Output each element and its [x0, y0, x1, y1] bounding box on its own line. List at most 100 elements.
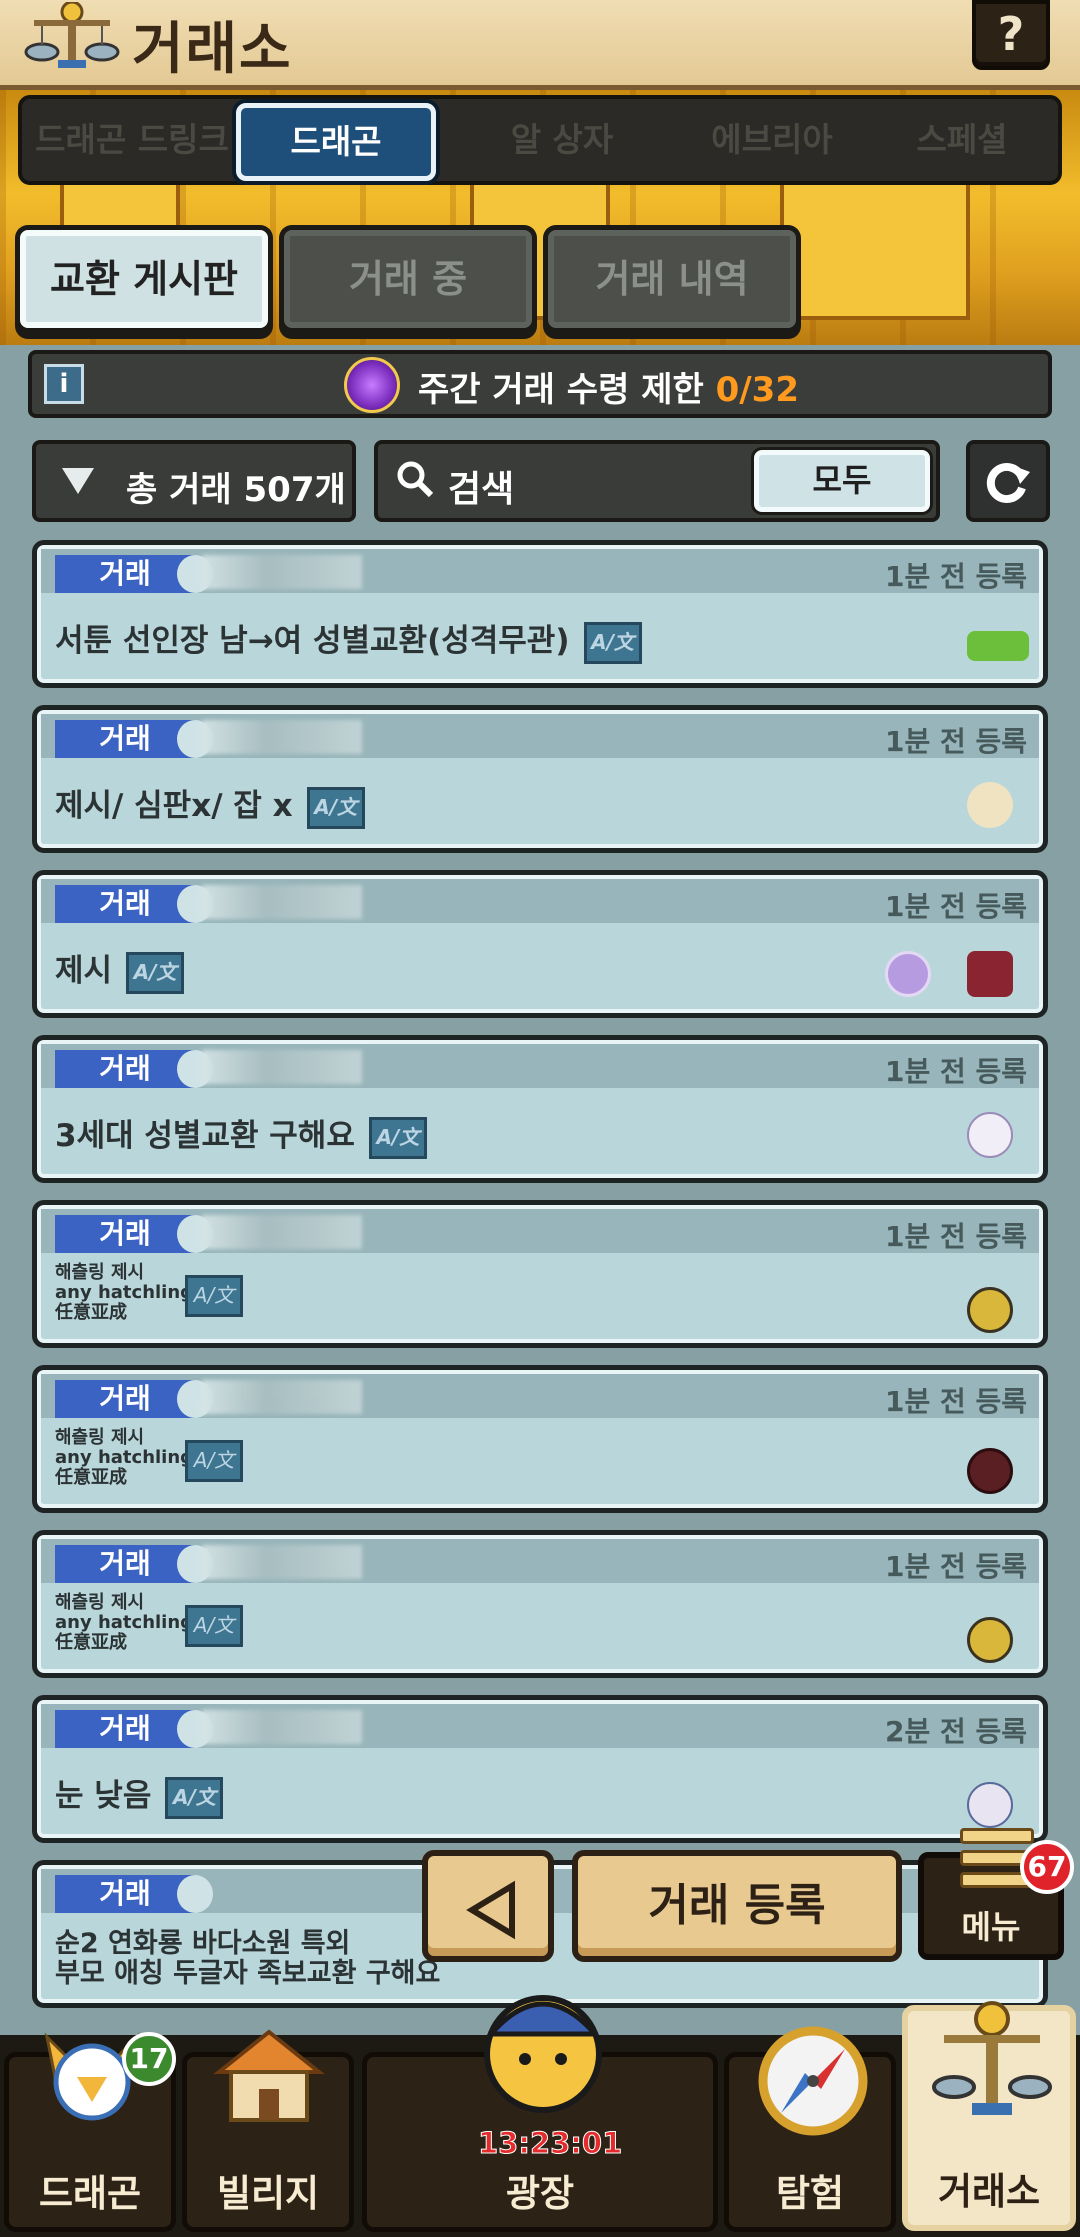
- translate-icon[interactable]: A/文: [165, 1776, 224, 1819]
- trade-badge: 거래: [55, 1545, 213, 1583]
- trade-text: 해츨링 제시 any hatchling 任意亚成: [55, 1592, 194, 1653]
- trade-card[interactable]: 거래 1분 전 등록 해츨링 제시 any hatchling 任意亚成 A/文: [32, 1530, 1048, 1678]
- help-button[interactable]: ?: [972, 0, 1050, 70]
- trade-time: 2분 전 등록: [884, 1715, 1027, 1748]
- nav-label: 탐험: [775, 2172, 845, 2215]
- trade-card[interactable]: 거래 1분 전 등록 3세대 성별교환 구해요 A/文: [32, 1035, 1048, 1183]
- trade-card[interactable]: 거래 1분 전 등록 해츨링 제시 any hatchling 任意亚成 A/文: [32, 1365, 1048, 1513]
- trade-text: 눈 낮음 A/文: [55, 1770, 224, 1819]
- dark-dragon-icon: [967, 951, 1013, 997]
- translate-icon[interactable]: A/文: [126, 951, 185, 994]
- white-dragon-icon: [967, 1112, 1013, 1158]
- nav-exchange[interactable]: 거래소: [902, 2001, 1076, 2231]
- weekly-limit-bar: i 주간 거래 수령 제한 0/32: [28, 350, 1052, 418]
- search-box[interactable]: 검색 모두: [374, 440, 940, 522]
- trade-time: 1분 전 등록: [884, 1385, 1027, 1418]
- dropdown-triangle-icon: [62, 468, 94, 494]
- nav-label: 빌리지: [216, 2172, 320, 2215]
- plaza-timer: 13:23:01: [478, 2126, 623, 2161]
- translate-icon[interactable]: A/文: [185, 1605, 243, 1647]
- back-arrow-icon: [466, 1880, 515, 1940]
- trade-badge: 거래: [55, 885, 213, 923]
- trade-card[interactable]: 거래 1분 전 등록 서툰 선인장 남→여 성별교환(성격무관) A/文: [32, 540, 1048, 688]
- village-house-icon: [213, 2029, 325, 2122]
- trade-badge: 거래: [55, 555, 213, 593]
- trade-card[interactable]: 거래 2분 전 등록 눈 낮음 A/文: [32, 1695, 1048, 1843]
- blurred-username: [202, 555, 362, 589]
- trade-time: 1분 전 등록: [884, 1550, 1027, 1583]
- search-input[interactable]: 검색: [448, 460, 514, 512]
- tab-special[interactable]: 스페셜: [872, 99, 1052, 181]
- page-title: 거래소: [132, 17, 293, 82]
- subtab-history[interactable]: 거래 내역: [548, 230, 796, 328]
- blurred-username: [202, 1215, 362, 1249]
- translate-icon[interactable]: A/文: [583, 621, 642, 664]
- dragon-notification-badge: 17: [122, 2032, 176, 2086]
- scale-logo-icon: [24, 2, 120, 68]
- weekly-limit-count: 0/32: [715, 370, 799, 410]
- register-trade-button[interactable]: 거래 등록: [572, 1850, 902, 1962]
- trade-card[interactable]: 거래 1분 전 등록 제시/ 심판x/ 잡 x A/文: [32, 705, 1048, 853]
- tab-everia[interactable]: 에브리아: [672, 99, 872, 181]
- trade-time: 1분 전 등록: [884, 890, 1027, 923]
- tab-egg-box[interactable]: 알 상자: [462, 99, 662, 181]
- blurred-username: [202, 1545, 362, 1579]
- nav-village[interactable]: 빌리지: [182, 2029, 354, 2232]
- trade-time: 1분 전 등록: [884, 560, 1027, 593]
- trade-badge: 거래: [55, 1215, 213, 1253]
- trade-text: 제시/ 심판x/ 잡 x A/文: [55, 780, 365, 829]
- trade-badge: 거래: [55, 1710, 213, 1748]
- tab-dragon-drink[interactable]: 드래곤 드링크: [32, 99, 232, 181]
- trade-text: 순2 연화룡 바다소원 특외 부모 애칭 두글자 족보교환 구해요: [55, 1928, 441, 1989]
- translate-icon[interactable]: A/文: [185, 1275, 243, 1317]
- search-scope-button[interactable]: 모두: [754, 450, 930, 512]
- dragon-icon: [967, 1782, 1013, 1828]
- translate-icon[interactable]: A/文: [368, 1116, 427, 1159]
- trade-time: 1분 전 등록: [884, 1055, 1027, 1088]
- header: 거래소 ?: [0, 0, 1080, 90]
- trade-badge: 거래: [55, 1875, 213, 1913]
- menu-notification-badge: 67: [1020, 1840, 1074, 1894]
- trade-badge: 거래: [55, 1380, 213, 1418]
- trade-text: 제시 A/文: [55, 945, 185, 994]
- limit-emblem-icon: [344, 357, 400, 413]
- search-icon: [397, 461, 434, 498]
- plaza-mascot-icon: [484, 1995, 602, 2113]
- trade-filter-dropdown[interactable]: 총 거래 507개: [32, 440, 356, 522]
- refresh-button[interactable]: [966, 440, 1050, 522]
- nav-label: 광장: [505, 2172, 575, 2215]
- weekly-limit-label: 주간 거래 수령 제한: [418, 370, 704, 410]
- subtab-in-progress[interactable]: 거래 중: [284, 230, 532, 328]
- blurred-username: [202, 720, 362, 754]
- blurred-username: [202, 885, 362, 919]
- trade-time: 1분 전 등록: [884, 725, 1027, 758]
- refresh-icon: [986, 463, 1030, 503]
- trade-text: 3세대 성별교환 구해요 A/文: [55, 1110, 427, 1159]
- subtab-exchange-board[interactable]: 교환 게시판: [20, 230, 268, 328]
- dark-hatchling-icon: [967, 1448, 1013, 1494]
- translate-icon[interactable]: A/文: [185, 1440, 243, 1482]
- translate-icon[interactable]: A/文: [306, 786, 365, 829]
- trade-card[interactable]: 거래 1분 전 등록 해츨링 제시 any hatchling 任意亚成 A/文: [32, 1200, 1048, 1348]
- nav-explore[interactable]: 탐험: [724, 2026, 896, 2232]
- info-icon[interactable]: i: [44, 364, 84, 404]
- trade-badge: 거래: [55, 720, 213, 758]
- trade-text: 해츨링 제시 any hatchling 任意亚成: [55, 1427, 194, 1488]
- dragon-icon: [967, 782, 1013, 828]
- nav-label: 드래곤: [38, 2172, 142, 2215]
- nav-label: 거래소: [937, 2170, 1041, 2213]
- blurred-username: [202, 1380, 362, 1414]
- trade-badge: 거래: [55, 1050, 213, 1088]
- tab-dragon[interactable]: 드래곤: [236, 103, 436, 181]
- trade-card[interactable]: 거래 1분 전 등록 제시 A/文: [32, 870, 1048, 1018]
- blurred-username: [202, 1050, 362, 1084]
- hatchling-egg-icon: [967, 1617, 1013, 1663]
- weekly-limit-text: 주간 거래 수령 제한 0/32: [418, 362, 799, 411]
- back-button[interactable]: [422, 1850, 554, 1962]
- compass-icon: [758, 2026, 868, 2136]
- hatchling-egg-icon: [967, 1287, 1013, 1333]
- menu-label: 메뉴: [961, 1908, 1021, 1946]
- category-tabs: 드래곤 드링크 드래곤 알 상자 에브리아 스페셜: [18, 95, 1062, 185]
- total-trades-label: 총 거래 507개: [126, 470, 346, 510]
- blurred-username: [202, 1710, 362, 1744]
